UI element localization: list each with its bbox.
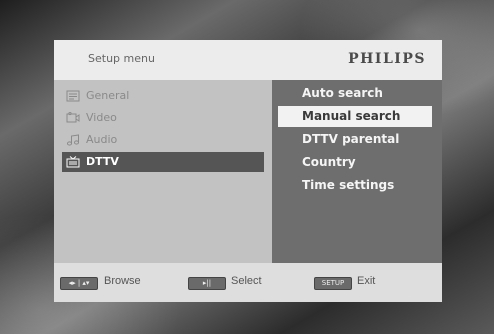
option-country[interactable]: Country (278, 152, 432, 173)
option-dttv-parental[interactable]: DTTV parental (278, 129, 432, 150)
brand-logo: PHILIPS (348, 51, 426, 67)
general-icon (66, 90, 80, 102)
category-general-label: General (86, 89, 130, 102)
option-dttv-parental-label: DTTV parental (302, 132, 400, 146)
category-list: General Video Audio DTTV (54, 80, 272, 263)
option-list: Auto search Manual search DTTV parental … (272, 80, 442, 263)
hint-exit: SETUP Exit (314, 275, 394, 291)
category-video-label: Video (86, 111, 117, 124)
hint-select: ▸|| Select (188, 275, 278, 291)
hint-browse-label: Browse (104, 275, 141, 287)
option-manual-search-label: Manual search (302, 109, 401, 123)
option-manual-search[interactable]: Manual search (278, 106, 432, 127)
hint-browse: ◂▸ | ▴▾ Browse (60, 275, 156, 291)
option-auto-search[interactable]: Auto search (278, 83, 432, 104)
setup-key-icon: SETUP (314, 277, 352, 290)
option-auto-search-label: Auto search (302, 86, 383, 100)
hint-select-label: Select (231, 275, 262, 287)
hint-exit-label: Exit (357, 275, 376, 287)
browse-key-icon: ◂▸ | ▴▾ (60, 277, 98, 290)
menu-title: Setup menu (88, 52, 155, 65)
video-icon (66, 112, 80, 123)
menu-header: Setup menu PHILIPS (54, 40, 442, 80)
audio-icon (67, 134, 79, 146)
category-audio-label: Audio (86, 133, 118, 146)
category-dttv[interactable]: DTTV (62, 152, 264, 172)
setup-menu-panel: Setup menu PHILIPS General Video Audio D… (54, 40, 442, 302)
footer-hints: ◂▸ | ▴▾ Browse ▸|| Select SETUP Exit (54, 263, 442, 302)
tv-icon (66, 156, 80, 168)
option-time-settings[interactable]: Time settings (278, 175, 432, 196)
select-key-icon: ▸|| (188, 277, 226, 290)
option-country-label: Country (302, 155, 356, 169)
category-dttv-label: DTTV (86, 155, 119, 168)
option-time-settings-label: Time settings (302, 178, 395, 192)
category-video[interactable]: Video (62, 108, 264, 128)
category-general[interactable]: General (62, 86, 264, 106)
category-audio[interactable]: Audio (62, 130, 264, 150)
